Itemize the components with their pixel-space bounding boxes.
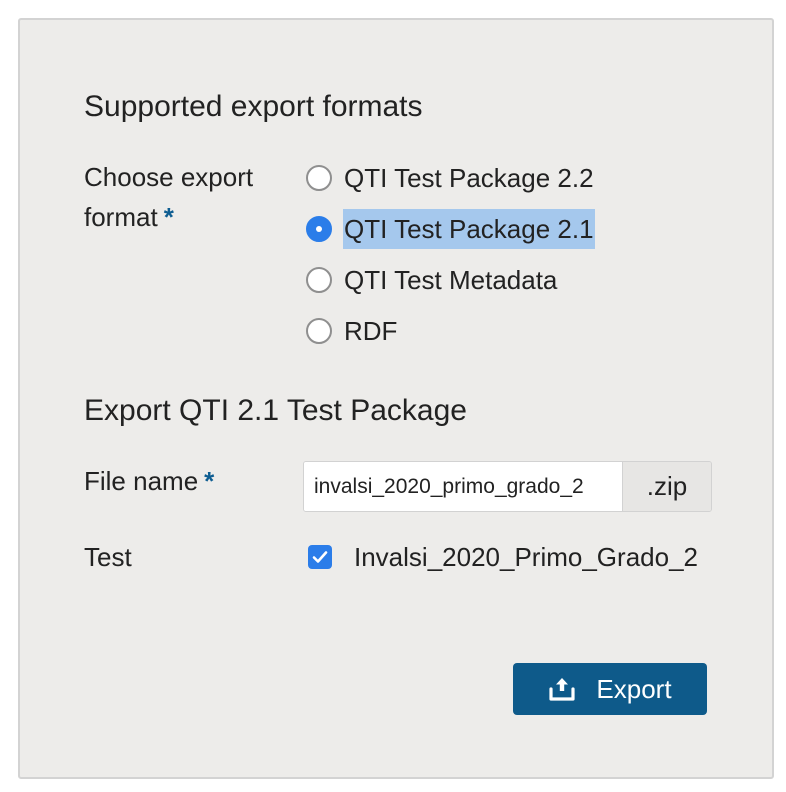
format-option-label[interactable]: QTI Test Metadata: [343, 260, 558, 300]
file-name-label-text: File name: [84, 466, 199, 496]
checkmark-icon: [312, 551, 328, 563]
format-option-label[interactable]: QTI Test Package 2.1: [343, 209, 595, 249]
file-extension-addon: .zip: [622, 462, 711, 511]
export-button-label[interactable]: Export: [596, 674, 671, 705]
format-option-qti-metadata[interactable]: QTI Test Metadata: [306, 260, 558, 300]
file-name-input[interactable]: [304, 462, 622, 511]
format-option-rdf[interactable]: RDF: [306, 311, 398, 351]
test-checkbox[interactable]: [308, 545, 332, 569]
export-panel: Supported export formats Choose export f…: [18, 18, 774, 779]
export-section-title: Export QTI 2.1 Test Package: [84, 394, 467, 427]
radio-button-selected[interactable]: [306, 216, 332, 242]
required-marker: *: [204, 466, 215, 496]
test-checkbox-row[interactable]: Invalsi_2020_Primo_Grado_2: [308, 537, 712, 577]
format-option-label[interactable]: QTI Test Package 2.2: [343, 158, 595, 198]
radio-button[interactable]: [306, 165, 332, 191]
radio-button[interactable]: [306, 267, 332, 293]
format-option-qti-21[interactable]: QTI Test Package 2.1: [306, 209, 595, 249]
export-icon: [548, 676, 576, 702]
format-option-qti-22[interactable]: QTI Test Package 2.2: [306, 158, 595, 198]
test-item-label[interactable]: Invalsi_2020_Primo_Grado_2: [354, 537, 698, 577]
radio-button[interactable]: [306, 318, 332, 344]
file-name-input-group: .zip: [303, 461, 712, 512]
test-label: Test: [84, 542, 132, 572]
format-option-label[interactable]: RDF: [343, 311, 398, 351]
export-button[interactable]: Export: [513, 663, 707, 715]
formats-section-title: Supported export formats: [84, 90, 423, 123]
required-marker: *: [163, 202, 174, 232]
export-format-label: Choose export format *: [84, 157, 284, 237]
file-name-label: File name *: [84, 461, 214, 501]
